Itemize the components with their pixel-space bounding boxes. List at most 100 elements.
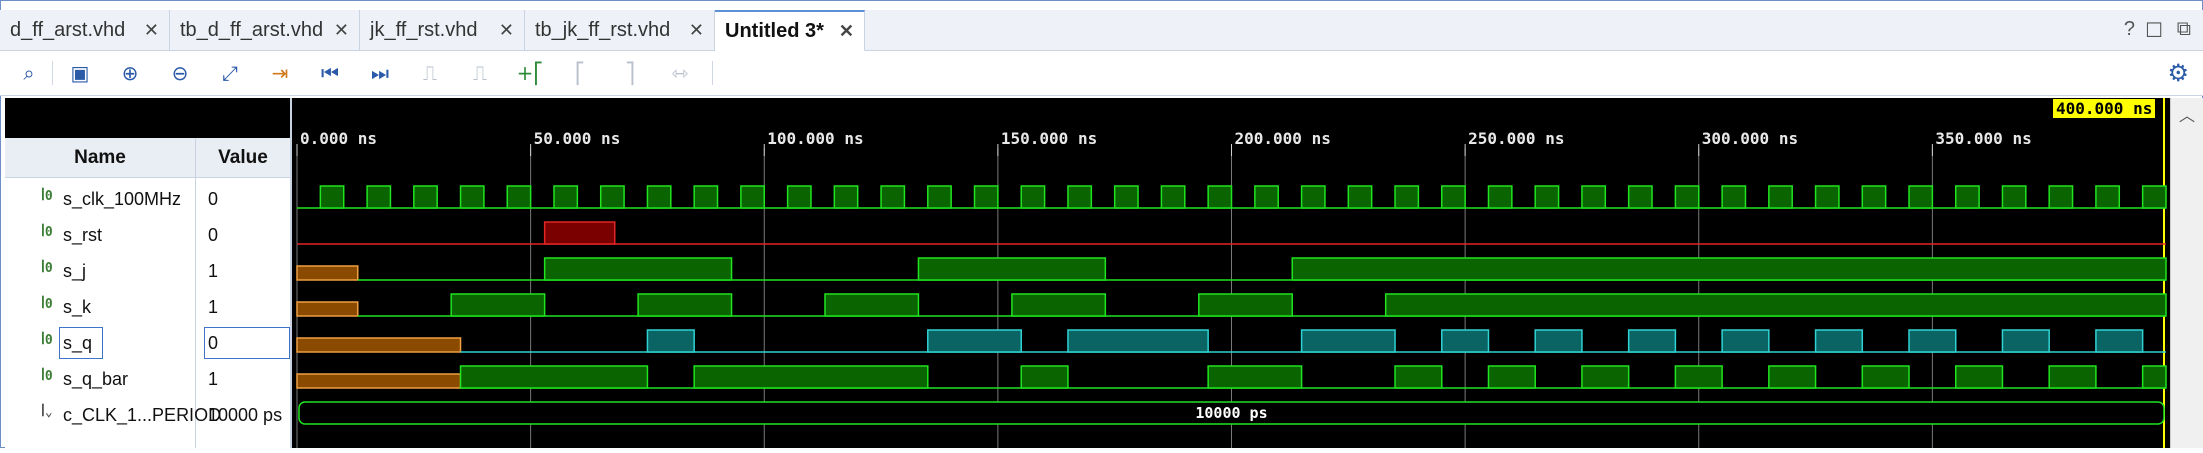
signal-name: s_q_bar [63, 369, 129, 389]
swap-cursors-icon[interactable]: ⇿ [666, 59, 694, 87]
name-column-header[interactable]: Name [5, 138, 195, 178]
logic-high-pulse [1768, 185, 1793, 209]
signal-value: 1 [208, 369, 219, 389]
undefined-segment [296, 265, 359, 281]
logic-high-pulse [973, 185, 999, 209]
signal-name: s_clk_100MHz [63, 189, 182, 209]
close-icon[interactable]: ✕ [144, 20, 159, 41]
gear-icon[interactable]: ⚙ [2167, 59, 2189, 88]
signal-row[interactable]: ꟾ0 s_j 1 [5, 253, 290, 289]
logic-high-pulse [2001, 329, 2050, 353]
undefined-segment [296, 373, 462, 389]
logic-high-pulse [1534, 185, 1560, 209]
tab-label: tb_d_ff_arst.vhd [180, 18, 324, 41]
close-icon[interactable]: ✕ [689, 20, 704, 41]
waveform-toolbar: ⌕ ▣ ⊕ ⊖ ⤢ ⇥ ⏮ ⏭ ⎍ ⎍ +⎡ ⎡ ⎤ ⇿ ⚙ [0, 51, 2203, 96]
logic-high-pulse [1954, 185, 1980, 209]
signal-row[interactable]: ꟾ0 s_rst 0 [5, 217, 290, 253]
logic-high-pulse [1581, 365, 1630, 389]
signal-name: s_q [63, 333, 93, 353]
logic-high-pulse [2141, 185, 2167, 209]
signal-row[interactable]: ꟾ0 s_clk_100MHz 0 [5, 181, 290, 217]
waveform-canvas[interactable]: 0.000 ns 50.000 ns 100.000 ns 150.000 ns 200… [292, 98, 2170, 448]
logic-high-pulse [1627, 185, 1653, 209]
logic-high-pulse [1384, 293, 2167, 317]
logic-high-pulse [450, 293, 546, 317]
go-to-end-icon[interactable]: ⏭ [366, 59, 394, 87]
close-icon[interactable]: ✕ [334, 20, 349, 41]
logic-high-pulse [880, 185, 906, 209]
logic-high-pulse [1954, 365, 2004, 389]
search-icon[interactable]: ⌕ [15, 59, 43, 87]
toolbar-separator [52, 61, 53, 85]
logic-high-pulse [1441, 185, 1466, 209]
logic-high-pulse [1581, 185, 1607, 209]
float-icon[interactable]: ⧉ [2177, 18, 2191, 41]
waveform-svg[interactable]: 0.000 ns 50.000 ns 100.000 ns 150.000 ns 200… [292, 98, 2170, 448]
logic-high-pulse [1254, 185, 1279, 209]
undefined-segment [296, 301, 359, 317]
logic-high-pulse [1347, 185, 1373, 209]
signal-value: 1 [208, 297, 219, 317]
signal-name: s_rst [63, 225, 103, 245]
zoom-in-icon[interactable]: ⊕ [116, 59, 144, 87]
time-tick-label: 50.000 ns [534, 129, 621, 148]
next-transition-icon[interactable]: ⎍ [466, 59, 494, 87]
signal-value: 0 [208, 225, 219, 245]
logic-high-pulse [1674, 365, 1723, 389]
logic-high-pulse [1674, 185, 1700, 209]
logic-high-pulse [1067, 185, 1093, 209]
value-column-header[interactable]: Value [196, 138, 290, 178]
zoom-out-icon[interactable]: ⊖ [166, 59, 194, 87]
go-to-start-icon[interactable]: ⏮ [316, 59, 344, 87]
logic-high-pulse [319, 185, 345, 209]
zoom-fit-icon[interactable]: ⤢ [216, 59, 244, 87]
logic-high-pulse [2095, 329, 2144, 353]
help-icon[interactable]: ? [2124, 18, 2135, 41]
signal-value: 0 [208, 333, 219, 353]
logic-high-pulse [1487, 185, 1513, 209]
restore-icon[interactable]: ☐ [2145, 18, 2163, 43]
editor-tab-bar: d_ff_arst.vhd ✕ tb_d_ff_arst.vhd ✕ jk_ff… [0, 10, 2203, 51]
logic-high-pulse [543, 257, 733, 281]
go-to-cursor-icon[interactable]: ⇥ [266, 59, 294, 87]
logic-high-pulse [917, 257, 1107, 281]
logic-high-pulse [1441, 329, 1490, 353]
scroll-up-icon[interactable]: ︿ [2179, 102, 2195, 126]
logic-high-pulse [366, 185, 392, 209]
signal-row[interactable]: ꟾ0 s_q_bar 1 [5, 361, 290, 397]
vertical-scrollbar[interactable]: ︿ [2170, 98, 2203, 448]
logic-high-pulse [1908, 185, 1934, 209]
signal-row[interactable]: ꟾ0 s_k 1 [5, 289, 290, 325]
logic-high-pulse [637, 293, 733, 317]
logic-high-pulse [1067, 329, 1209, 353]
next-marker-icon[interactable]: ⎤ [616, 59, 644, 87]
logic-high-pulse [740, 185, 766, 209]
tab-untitled-3[interactable]: Untitled 3* ✕ [715, 10, 865, 51]
tab-tb-d-ff-arst[interactable]: tb_d_ff_arst.vhd ✕ [170, 10, 360, 50]
previous-marker-icon[interactable]: ⎡ [566, 59, 594, 87]
save-icon[interactable]: ▣ [66, 59, 94, 87]
logic-signal-icon: ꟾ0 [41, 261, 53, 276]
signal-row[interactable]: ꟾ⌄ c_CLK_1...PERIOD 10000 ps [5, 397, 290, 433]
logic-high-pulse [599, 185, 625, 209]
close-icon[interactable]: ✕ [499, 20, 514, 41]
signal-name: c_CLK_1...PERIOD [63, 405, 222, 425]
time-tick-label: 200.000 ns [1235, 129, 1331, 148]
previous-transition-icon[interactable]: ⎍ [416, 59, 444, 87]
close-icon[interactable]: ✕ [839, 21, 854, 42]
bus-value-label: 10000 ps [1195, 404, 1267, 422]
signal-row-selected[interactable]: ꟾ0 s_q 0 [5, 325, 290, 361]
logic-high-pulse [1861, 185, 1887, 209]
tab-d-ff-arst[interactable]: d_ff_arst.vhd ✕ [0, 10, 170, 50]
logic-high-pulse [459, 185, 485, 209]
logic-high-pulse [2001, 185, 2027, 209]
tab-jk-ff-rst[interactable]: jk_ff_rst.vhd ✕ [360, 10, 525, 50]
tab-tb-jk-ff-rst[interactable]: tb_jk_ff_rst.vhd ✕ [525, 10, 715, 50]
logic-high-pulse [2141, 365, 2167, 389]
logic-high-pulse [2095, 185, 2121, 209]
time-tick-label: 250.000 ns [1468, 129, 1564, 148]
add-marker-icon[interactable]: +⎡ [516, 59, 544, 87]
tab-label: jk_ff_rst.vhd [370, 18, 478, 41]
logic-high-pulse [1020, 185, 1046, 209]
